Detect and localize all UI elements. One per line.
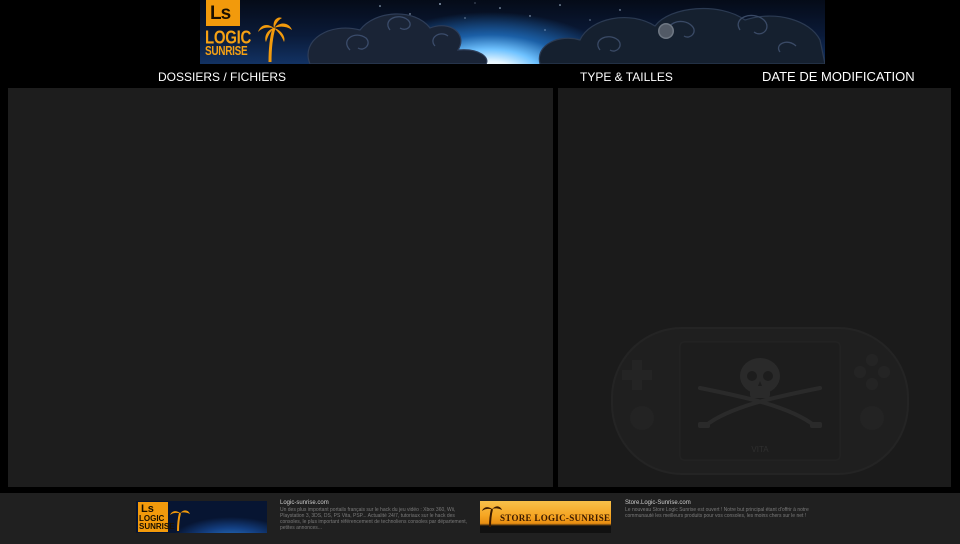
column-header-type-size[interactable]: TYPE & TAILLES xyxy=(580,70,673,84)
palm-tree-icon xyxy=(170,510,190,531)
ad-title-logic-sunrise[interactable]: Logic-sunrise.com xyxy=(280,500,329,506)
moon-icon xyxy=(658,23,674,39)
logo-mark: Ls xyxy=(206,0,240,26)
logo-word-sunrise: SUNRISE xyxy=(205,45,248,59)
palm-tree-icon xyxy=(482,506,502,527)
banner xyxy=(200,0,825,64)
console-label: VITA xyxy=(751,445,769,454)
details-pane[interactable]: VITA xyxy=(558,88,951,487)
ad-title-store[interactable]: Store.Logic-Sunrise.com xyxy=(625,500,691,506)
column-header-folders-files[interactable]: DOSSIERS / FICHIERS xyxy=(158,70,286,84)
pirate-vita-console-icon: VITA xyxy=(611,327,909,475)
ad-description-store: Le nouveau Store Logic Sunrise est ouver… xyxy=(625,507,809,519)
logic-sunrise-ad-banner[interactable]: Ls LOGIC SUNRISE xyxy=(136,501,267,533)
column-header-modified-date[interactable]: DATE DE MODIFICATION xyxy=(762,69,915,84)
palm-tree-icon xyxy=(258,17,292,63)
footer: Ls LOGIC SUNRISE Logic-sunrise.com Un de… xyxy=(0,493,960,544)
store-ad-text: STORE LOGIC-SUNRISE xyxy=(500,513,611,523)
store-ad-banner[interactable]: STORE LOGIC-SUNRISE xyxy=(480,501,611,533)
ad-description-logic-sunrise: Un des plus important portails français … xyxy=(280,507,468,531)
site-logo[interactable]: Ls LOGIC SUNRISE xyxy=(205,0,257,62)
banner-artwork xyxy=(258,2,825,64)
files-list-pane[interactable] xyxy=(8,88,553,487)
